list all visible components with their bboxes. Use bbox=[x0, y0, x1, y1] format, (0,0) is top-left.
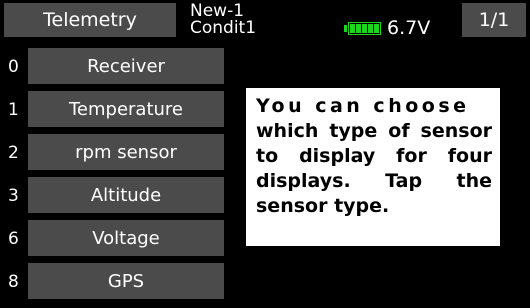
battery-full-icon bbox=[344, 22, 382, 35]
sensor-button-rpm[interactable]: rpm sensor bbox=[28, 134, 224, 170]
telemetry-screen: Telemetry New-1 Condit1 6.7V 1/1 0 Recei… bbox=[0, 0, 530, 308]
sensor-slot-number: 8 bbox=[8, 272, 19, 292]
sensor-button-altitude[interactable]: Altitude bbox=[28, 177, 224, 213]
page-indicator: 1/1 bbox=[478, 9, 510, 31]
sensor-row: 3 Altitude bbox=[0, 177, 230, 215]
sensor-row: 8 GPS bbox=[0, 263, 230, 301]
sensor-button-receiver[interactable]: Receiver bbox=[28, 48, 224, 84]
page-indicator-button[interactable]: 1/1 bbox=[462, 3, 526, 37]
screen-title-button[interactable]: Telemetry bbox=[4, 3, 176, 37]
sensor-slot-number: 2 bbox=[8, 143, 19, 163]
info-callout: You can choose which type of sensor to d… bbox=[246, 88, 500, 246]
sensor-row: 6 Voltage bbox=[0, 220, 230, 258]
sensor-slot-number: 6 bbox=[8, 229, 19, 249]
info-text-line-1: You can choose bbox=[256, 95, 470, 117]
sensor-slot-number: 1 bbox=[8, 100, 19, 120]
sensor-button-voltage[interactable]: Voltage bbox=[28, 220, 224, 256]
sensor-button-temperature[interactable]: Temperature bbox=[28, 91, 224, 127]
screen-title: Telemetry bbox=[43, 9, 137, 31]
sensor-list: 0 Receiver 1 Temperature 2 rpm sensor 3 … bbox=[0, 48, 230, 308]
condition-name: Condit1 bbox=[190, 18, 257, 38]
sensor-row: 0 Receiver bbox=[0, 48, 230, 86]
info-text-body: which type of sensor to display for four… bbox=[256, 120, 492, 217]
battery-voltage: 6.7V bbox=[387, 17, 431, 39]
header-bar: Telemetry New-1 Condit1 6.7V 1/1 bbox=[0, 0, 530, 40]
sensor-slot-number: 0 bbox=[8, 57, 19, 77]
sensor-row: 2 rpm sensor bbox=[0, 134, 230, 172]
sensor-row: 1 Temperature bbox=[0, 91, 230, 129]
sensor-button-gps[interactable]: GPS bbox=[28, 263, 224, 299]
sensor-slot-number: 3 bbox=[8, 186, 19, 206]
